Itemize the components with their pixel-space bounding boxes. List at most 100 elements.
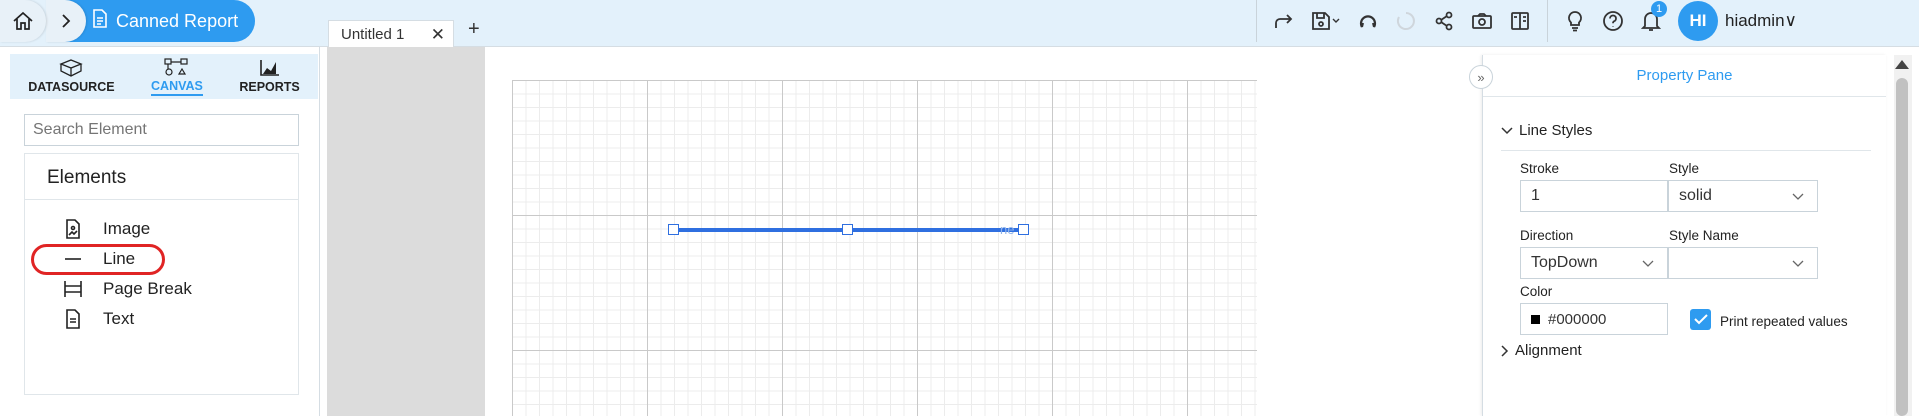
redo-arrow-icon <box>1275 14 1293 28</box>
scroll-up-arrow[interactable] <box>1895 60 1909 69</box>
chevron-down-icon <box>1642 260 1654 267</box>
home-button[interactable] <box>0 0 46 42</box>
toolbar-help: 1 HI hiadmin∨ <box>1547 0 1805 42</box>
element-page-break-label: Page Break <box>103 279 192 298</box>
breadcrumb-report-label: Canned Report <box>116 10 239 31</box>
tab-datasource-label: DATASOURCE <box>28 80 115 94</box>
breadcrumb-chevron[interactable] <box>46 0 86 42</box>
color-label: Color <box>1520 284 1553 299</box>
share-button[interactable] <box>1425 3 1463 39</box>
design-grid[interactable] <box>512 80 1257 416</box>
save-disk-icon <box>1312 12 1340 30</box>
resize-handle-right[interactable] <box>1018 224 1029 235</box>
lightbulb-icon <box>1568 11 1582 32</box>
highlight-annotation <box>31 244 165 275</box>
element-text[interactable]: Text <box>25 304 298 334</box>
help-question-icon <box>1603 11 1623 31</box>
document-icon <box>92 9 108 33</box>
chevron-down-icon <box>1501 126 1513 134</box>
notifications-button[interactable]: 1 <box>1632 1 1670 39</box>
style-value: solid <box>1679 187 1712 204</box>
left-panel: DATASOURCE CANVAS REPORTS Elements Image <box>0 47 320 416</box>
property-pane: Property Pane Line Styles Stroke Style 1… <box>1482 55 1886 416</box>
alignment-title: Alignment <box>1515 342 1582 359</box>
document-tabs: Untitled 1 ✕ + <box>328 0 480 47</box>
image-file-icon <box>63 219 83 239</box>
print-repeated-checkbox[interactable] <box>1690 309 1711 330</box>
property-pane-title: Property Pane <box>1483 55 1886 97</box>
preview-button[interactable] <box>1463 3 1501 39</box>
chevron-right-icon <box>1501 344 1509 357</box>
line-element-label: ne <box>1000 222 1015 237</box>
text-file-icon <box>63 309 83 329</box>
search-element-input[interactable] <box>24 114 299 146</box>
help-button[interactable] <box>1594 3 1632 39</box>
home-icon <box>13 11 33 30</box>
color-swatch <box>1531 314 1540 324</box>
style-name-select[interactable] <box>1668 247 1818 279</box>
tab-canvas[interactable]: CANVAS <box>151 57 203 96</box>
canvas-icon <box>164 57 188 76</box>
direction-select[interactable]: TopDown <box>1520 247 1668 279</box>
style-select[interactable]: solid <box>1668 180 1818 212</box>
top-bar: Canned Report Untitled 1 ✕ + 1 HI hiadmi… <box>0 0 1919 47</box>
resize-handle-left[interactable] <box>668 224 679 235</box>
style-label: Style <box>1669 161 1700 176</box>
user-menu[interactable]: HI hiadmin∨ <box>1678 1 1797 41</box>
element-image[interactable]: Image <box>25 214 298 244</box>
stroke-input[interactable]: 1 <box>1520 180 1668 212</box>
stroke-value: 1 <box>1531 187 1540 204</box>
page-break-icon <box>63 279 83 299</box>
stroke-label: Stroke <box>1520 161 1560 176</box>
resize-handle-middle[interactable] <box>842 224 853 235</box>
element-image-label: Image <box>103 219 151 238</box>
close-icon[interactable]: ✕ <box>431 25 445 45</box>
elements-list: Image Line Page Break Text <box>25 200 298 334</box>
layout-panel-icon <box>1511 12 1529 30</box>
print-repeated-label: Print repeated values <box>1720 314 1848 329</box>
checkmark-icon <box>1693 314 1708 325</box>
chevron-down-icon <box>1792 260 1804 267</box>
section-divider <box>1501 150 1871 151</box>
element-line[interactable]: Line <box>25 244 298 275</box>
tab-untitled-1[interactable]: Untitled 1 ✕ <box>328 20 454 47</box>
scrollbar-thumb[interactable] <box>1896 78 1908 416</box>
spinner-icon <box>1396 12 1415 30</box>
color-value: #000000 <box>1548 310 1607 328</box>
alignment-section[interactable]: Alignment <box>1501 342 1582 359</box>
elements-panel: Elements Image Line Page Break Text <box>24 153 299 395</box>
notification-badge: 1 <box>1651 1 1667 17</box>
toolbar-actions <box>1256 0 1547 42</box>
share-icon <box>1435 11 1453 31</box>
tab-reports[interactable]: REPORTS <box>239 59 300 94</box>
redo-button[interactable] <box>1265 3 1303 39</box>
direction-label: Direction <box>1520 228 1574 243</box>
tab-datasource[interactable]: DATASOURCE <box>28 59 115 94</box>
style-name-label: Style Name <box>1669 228 1739 243</box>
element-text-label: Text <box>103 309 135 328</box>
direction-value: TopDown <box>1531 254 1598 271</box>
line-styles-title: Line Styles <box>1519 122 1593 139</box>
line-styles-section[interactable]: Line Styles <box>1501 122 1592 139</box>
breadcrumb-canned-report[interactable]: Canned Report <box>60 0 255 42</box>
tab-canvas-label: CANVAS <box>151 78 203 93</box>
tips-button[interactable] <box>1556 3 1594 39</box>
camera-preview-icon <box>1472 13 1492 29</box>
layout-button[interactable] <box>1501 3 1539 39</box>
collapse-pane-button[interactable]: » <box>1469 65 1493 89</box>
avatar: HI <box>1678 1 1718 41</box>
add-tab-button[interactable]: + <box>468 18 480 41</box>
tab-label: Untitled 1 <box>341 25 405 43</box>
loading-button[interactable] <box>1387 3 1425 39</box>
username: hiadmin∨ <box>1725 11 1797 30</box>
toolbar: 1 HI hiadmin∨ <box>1256 0 1805 42</box>
refresh-button[interactable] <box>1349 3 1387 39</box>
color-input[interactable]: #000000 <box>1520 303 1668 335</box>
save-button[interactable] <box>1303 3 1349 39</box>
chevron-right-icon <box>62 14 71 28</box>
left-panel-tabs: DATASOURCE CANVAS REPORTS <box>10 54 318 99</box>
chevron-down-icon <box>1792 193 1804 200</box>
tab-reports-label: REPORTS <box>239 80 300 94</box>
element-page-break[interactable]: Page Break <box>25 274 298 304</box>
database-icon <box>59 59 84 77</box>
